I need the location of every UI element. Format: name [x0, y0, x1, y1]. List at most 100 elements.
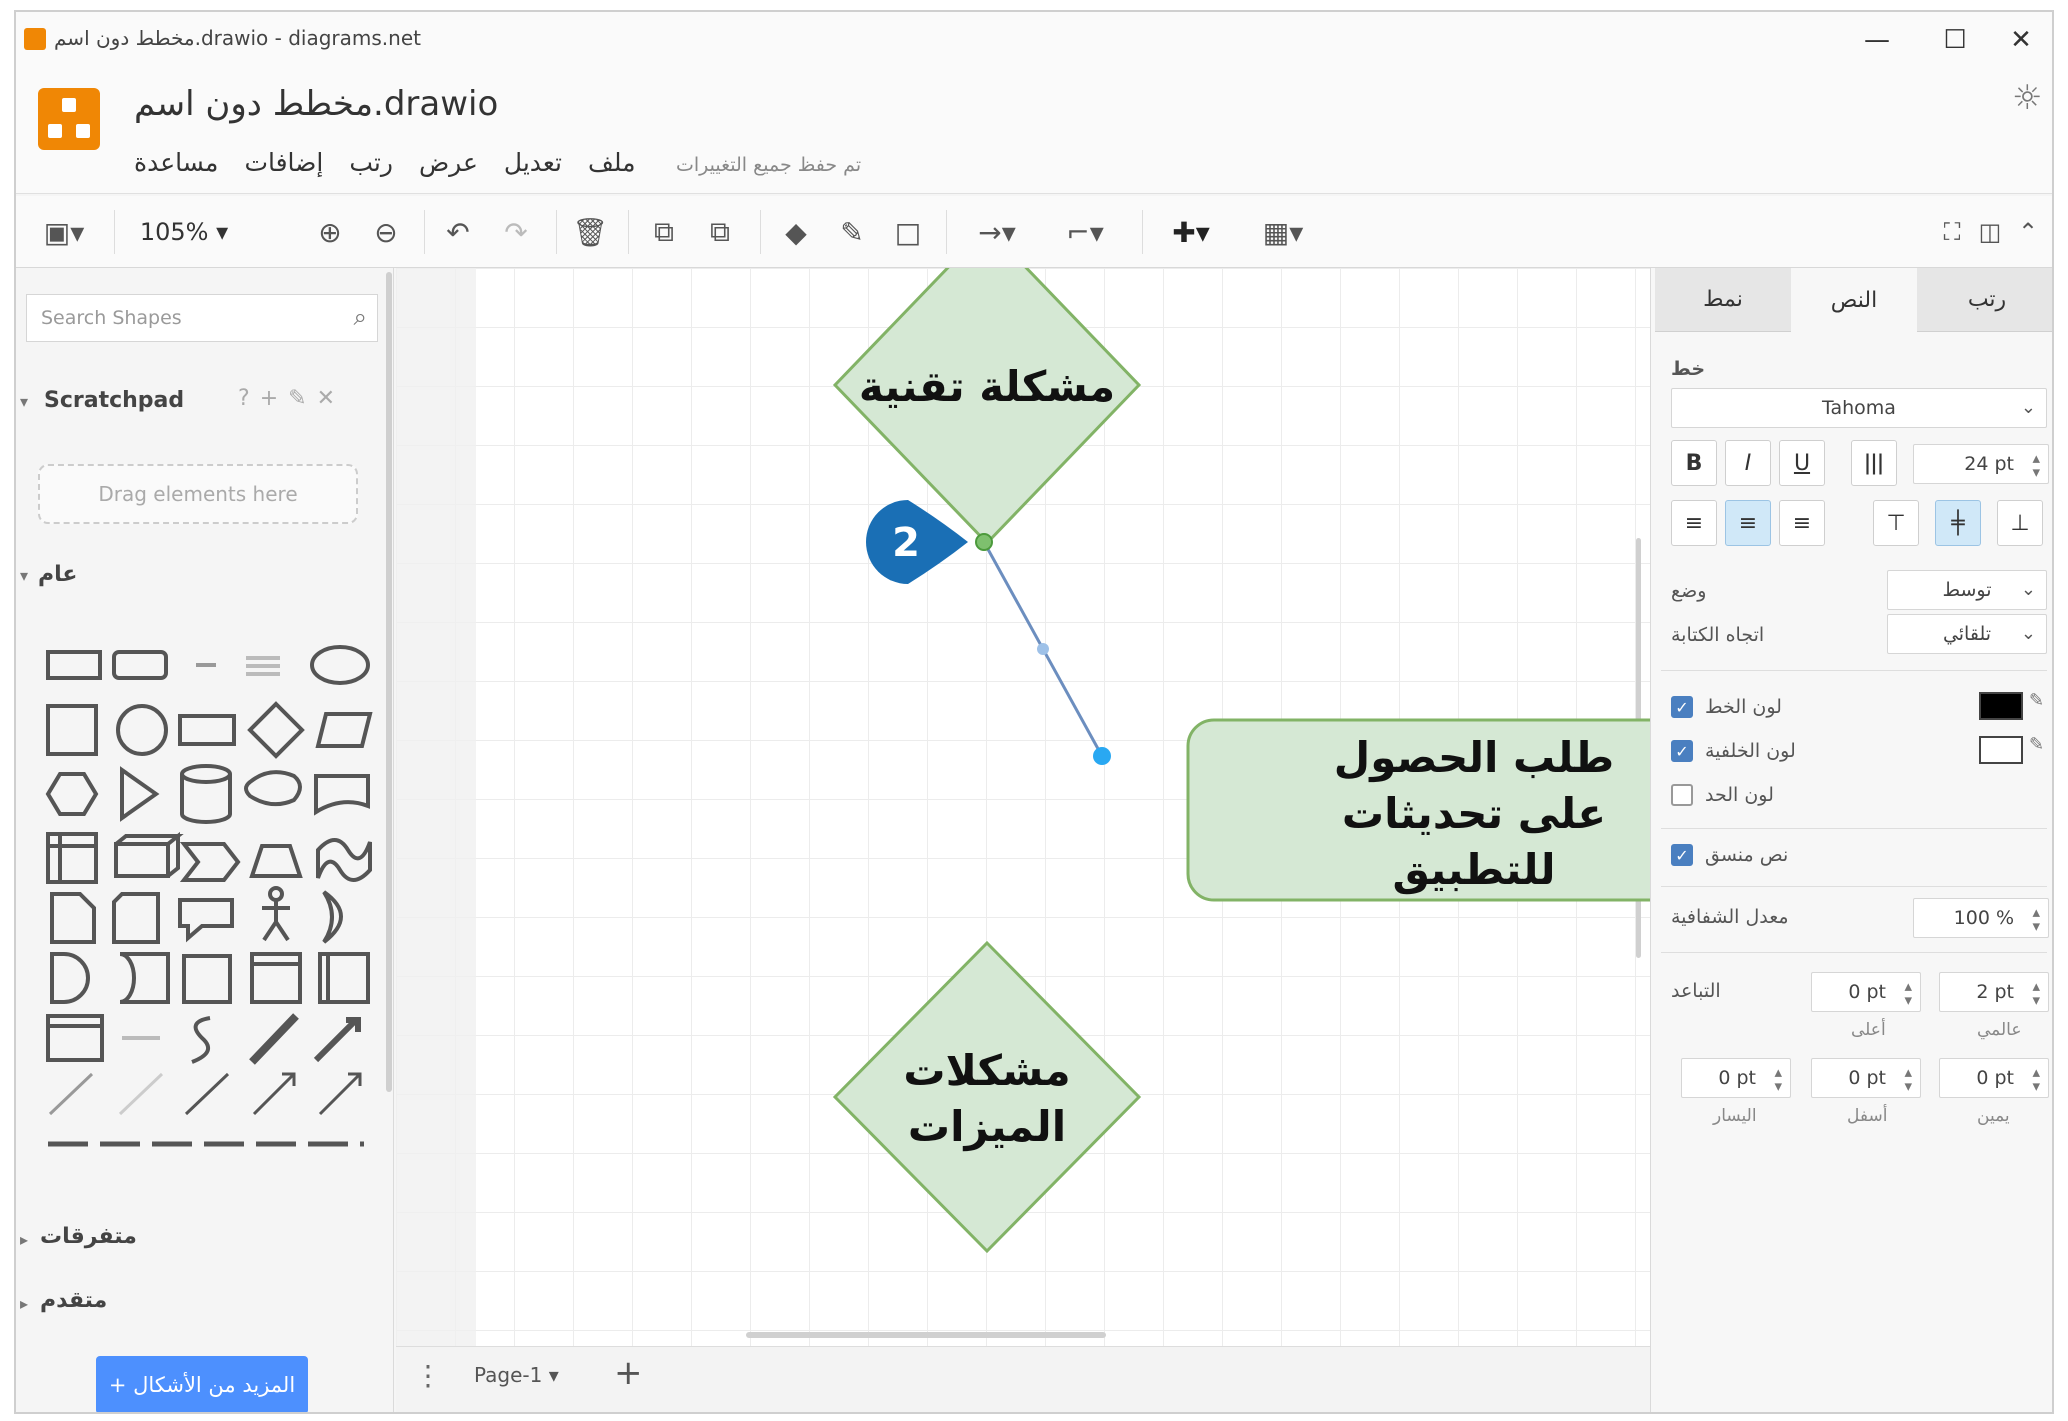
edit-icon[interactable]: ✎: [2029, 734, 2044, 755]
diamond-shape-feature-problems[interactable]: مشكلات الميزات: [832, 940, 1142, 1254]
underline-button[interactable]: U: [1779, 440, 1825, 486]
shadow-icon[interactable]: □: [888, 212, 928, 252]
view-panels-icon[interactable]: ▣▾: [36, 212, 92, 252]
diagram-drawing[interactable]: مشكلة تقنية طلب الحصول على تحديثات للتطبيق…: [396, 268, 1650, 1346]
zoom-out-icon[interactable]: ⊖: [366, 212, 406, 252]
edit-icon[interactable]: ✎: [288, 386, 316, 411]
menu-file[interactable]: ملف: [588, 148, 636, 184]
direction-select[interactable]: تلقائي ⌄: [1887, 614, 2047, 654]
tab-style[interactable]: نمط: [1655, 268, 1791, 332]
pages-menu-icon[interactable]: ⋮: [414, 1359, 442, 1392]
delete-icon[interactable]: 🗑: [570, 212, 610, 252]
font-color-swatch[interactable]: [1979, 692, 2023, 720]
page-tab[interactable]: Page-1 ▾: [474, 1363, 559, 1387]
formatted-text-checkbox[interactable]: ✓: [1671, 844, 1693, 866]
bold-button[interactable]: B: [1671, 440, 1717, 486]
font-family-select[interactable]: Tahoma ⌄: [1671, 388, 2047, 428]
general-shapes-grid[interactable]: [24, 614, 384, 1154]
align-bottom-button[interactable]: ⊥: [1997, 500, 2043, 546]
connector-arrow[interactable]: [975, 533, 1111, 765]
background-color-checkbox[interactable]: ✓: [1671, 740, 1693, 762]
align-right-button[interactable]: ≡: [1671, 500, 1717, 546]
collapse-caret-icon[interactable]: ▾: [20, 566, 28, 585]
rounded-rect-shape-update-request[interactable]: طلب الحصول على تحديثات للتطبيق: [1186, 718, 1650, 902]
scratchpad-title[interactable]: Scratchpad: [44, 388, 184, 413]
table-icon[interactable]: ▦▾: [1248, 212, 1318, 252]
line-color-icon[interactable]: ✎: [832, 212, 872, 252]
settings-gear-icon[interactable]: ☼: [2012, 78, 2042, 118]
help-icon[interactable]: ?: [238, 386, 260, 411]
spacing-left-input[interactable]: 0 pt ▴ ▾: [1681, 1058, 1791, 1098]
menu-edit[interactable]: تعديل: [504, 148, 562, 184]
stepper-icon[interactable]: ▴ ▾: [1774, 1065, 1782, 1094]
search-icon[interactable]: ⌕: [354, 303, 367, 331]
minimize-button[interactable]: —: [1848, 20, 1906, 60]
expand-caret-icon[interactable]: ▸: [20, 1294, 28, 1313]
general-section-title[interactable]: عام: [38, 562, 77, 587]
opacity-input[interactable]: 100 % ▴ ▾: [1913, 898, 2049, 938]
position-select[interactable]: توسط ⌄: [1887, 570, 2047, 610]
zoom-dropdown[interactable]: 105% ▾: [136, 212, 232, 252]
menu-extras[interactable]: إضافات: [244, 148, 323, 184]
tab-text[interactable]: النص: [1791, 268, 1917, 332]
close-icon[interactable]: ✕: [317, 386, 345, 411]
insert-plus-icon[interactable]: ✚▾: [1156, 212, 1226, 252]
collapse-caret-icon[interactable]: ▾: [20, 392, 28, 411]
stepper-icon[interactable]: ▴ ▾: [2032, 979, 2040, 1008]
shapes-sidebar: Search Shapes ⌕ ▾ Scratchpad ?+✎✕ Drag e…: [16, 268, 394, 1412]
undo-icon[interactable]: ↶: [438, 212, 478, 252]
scratchpad-dropzone[interactable]: Drag elements here: [38, 464, 358, 524]
save-status[interactable]: تم حفظ جميع التغييرات: [676, 154, 861, 176]
font-size-input[interactable]: 24 pt ▴ ▾: [1913, 444, 2049, 484]
background-color-swatch[interactable]: [1979, 736, 2023, 764]
align-center-button[interactable]: ≡: [1725, 500, 1771, 546]
italic-button[interactable]: I: [1725, 440, 1771, 486]
diamond-shape-technical-problem[interactable]: مشكلة تقنية: [832, 268, 1142, 546]
misc-section-title[interactable]: متفرقات: [40, 1224, 137, 1249]
add-page-icon[interactable]: +: [614, 1353, 643, 1393]
stepper-icon[interactable]: ▴ ▾: [2032, 1065, 2040, 1094]
stepper-icon[interactable]: ▴ ▾: [1904, 1065, 1912, 1094]
formatted-text-label: نص منسق: [1705, 844, 1789, 866]
format-panel-toggle-icon[interactable]: ◫: [1972, 212, 2008, 252]
zoom-in-icon[interactable]: ⊕: [310, 212, 350, 252]
menu-view[interactable]: عرض: [419, 148, 478, 184]
shape-text-line: مشكلات: [903, 1046, 1070, 1095]
fullscreen-icon[interactable]: ⛶: [1934, 212, 1970, 252]
connection-style-icon[interactable]: →▾: [962, 212, 1032, 252]
sidebar-scrollbar[interactable]: [386, 272, 392, 1092]
to-back-icon[interactable]: ⧉: [700, 212, 740, 252]
menu-arrange[interactable]: رتب: [349, 148, 393, 184]
add-icon[interactable]: +: [260, 386, 288, 411]
to-front-icon[interactable]: ⧉: [644, 212, 684, 252]
align-middle-button[interactable]: ╪: [1935, 500, 1981, 546]
stepper-icon[interactable]: ▴ ▾: [1904, 979, 1912, 1008]
fill-color-icon[interactable]: ◆: [776, 212, 816, 252]
spacing-top-input[interactable]: 0 pt ▴ ▾: [1811, 972, 1921, 1012]
collapse-header-icon[interactable]: ⌃: [2010, 212, 2046, 252]
align-left-button[interactable]: ≡: [1779, 500, 1825, 546]
search-shapes-input[interactable]: Search Shapes ⌕: [26, 294, 378, 342]
redo-icon[interactable]: ↷: [496, 212, 536, 252]
file-name[interactable]: مخطط دون اسم.drawio: [134, 84, 498, 124]
stepper-icon[interactable]: ▴ ▾: [2032, 905, 2040, 934]
spacing-right-input[interactable]: 0 pt ▴ ▾: [1939, 1058, 2049, 1098]
spacing-global-input[interactable]: 2 pt ▴ ▾: [1939, 972, 2049, 1012]
spacing-bottom-input[interactable]: 0 pt ▴ ▾: [1811, 1058, 1921, 1098]
tab-arrange[interactable]: رتب: [1917, 268, 2052, 332]
border-color-checkbox[interactable]: ✓: [1671, 784, 1693, 806]
diagram-canvas[interactable]: مشكلة تقنية طلب الحصول على تحديثات للتطبيق…: [396, 268, 1650, 1346]
expand-caret-icon[interactable]: ▸: [20, 1230, 28, 1249]
zoom-value: 105%: [139, 218, 209, 246]
font-color-checkbox[interactable]: ✓: [1671, 696, 1693, 718]
maximize-button[interactable]: ☐: [1926, 20, 1984, 60]
close-button[interactable]: ✕: [1992, 20, 2050, 60]
menu-help[interactable]: مساعدة: [134, 148, 218, 184]
advanced-section-title[interactable]: متقدم: [40, 1288, 107, 1313]
more-shapes-button[interactable]: + المزيد من الأشكال: [96, 1356, 308, 1412]
waypoints-icon[interactable]: ⌐▾: [1050, 212, 1120, 252]
vertical-text-button[interactable]: ǀǀǀ: [1851, 440, 1897, 486]
align-top-button[interactable]: ⊤: [1873, 500, 1919, 546]
edit-icon[interactable]: ✎: [2029, 690, 2044, 711]
stepper-icon[interactable]: ▴ ▾: [2032, 451, 2040, 480]
